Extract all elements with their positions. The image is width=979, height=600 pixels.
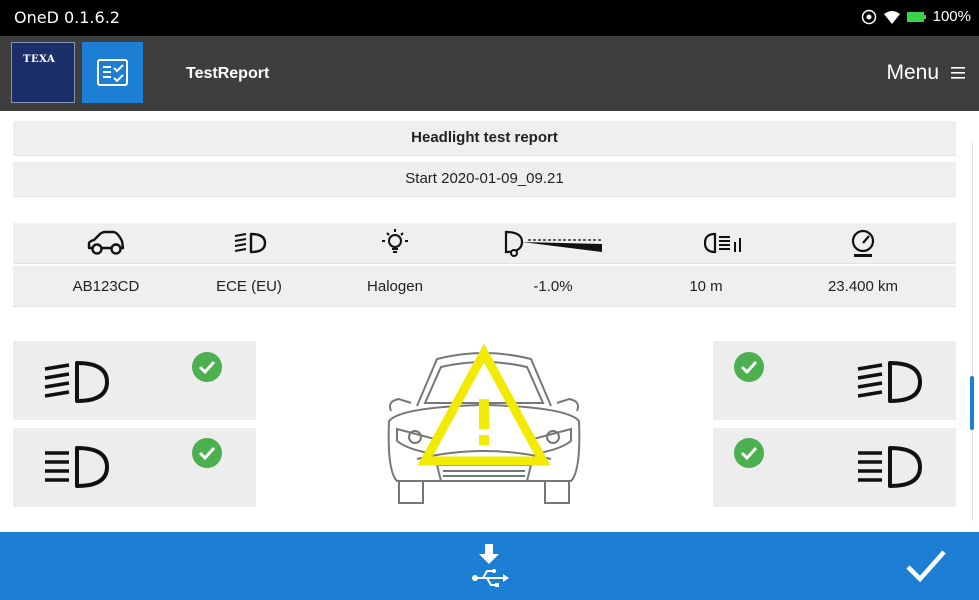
usb-download-icon — [472, 544, 509, 587]
report-title: Headlight test report — [13, 121, 956, 156]
status-bar: OneD 0.1.6.2 100% — [0, 0, 979, 36]
inclination-icon — [473, 223, 633, 263]
location-icon — [861, 9, 876, 24]
wifi-icon — [883, 10, 900, 24]
logo-text: TEXA — [23, 54, 56, 65]
menu-label: Menu — [886, 61, 939, 84]
low-beam-icon — [169, 223, 329, 263]
vehicle-front-illustration — [377, 341, 591, 511]
report-icon-button[interactable] — [82, 42, 143, 103]
report-icon — [97, 59, 128, 86]
status-icons: 100% — [861, 8, 971, 25]
battery-level: 100% — [932, 8, 971, 25]
left-low-beam-tile[interactable] — [13, 341, 256, 420]
texa-logo: TEXA — [11, 42, 75, 103]
battery-icon — [906, 11, 926, 22]
menu-button[interactable]: Menu — [886, 61, 965, 85]
high-beam-icon — [45, 446, 109, 488]
check-ok-icon — [734, 352, 764, 382]
page-title: TestReport — [186, 65, 270, 82]
title-bar: TEXA TestReport Menu — [0, 36, 979, 111]
scroll-track — [972, 141, 973, 521]
confirm-button[interactable] — [904, 546, 948, 586]
car-front-icon — [387, 343, 581, 504]
info-values-row: AB123CD ECE (EU) Halogen -1.0% 10 m 23.4… — [13, 266, 956, 307]
checkmark-icon — [906, 550, 946, 583]
standard-value: ECE (EU) — [216, 277, 282, 295]
odometer-icon — [783, 223, 943, 263]
app-version: OneD 0.1.6.2 — [14, 8, 120, 27]
check-ok-icon — [192, 352, 222, 382]
report-content[interactable]: Headlight test report Start 2020-01-09_0… — [0, 111, 979, 532]
report-start-time: Start 2020-01-09_09.21 — [13, 162, 956, 197]
plate-value: AB123CD — [72, 277, 140, 295]
bulb-icon — [315, 223, 475, 263]
bottom-action-bar — [0, 532, 979, 600]
check-ok-icon — [192, 438, 222, 468]
car-icon — [26, 223, 186, 263]
check-ok-icon — [734, 438, 764, 468]
low-beam-icon — [857, 361, 922, 403]
distance-value: 10 m — [689, 277, 723, 295]
left-high-beam-tile[interactable] — [13, 428, 256, 507]
right-low-beam-tile[interactable] — [713, 341, 956, 420]
info-icons-row — [13, 223, 956, 264]
usb-export-button[interactable] — [469, 540, 509, 592]
distance-icon — [645, 223, 805, 263]
odometer-value: 23.400 km — [827, 277, 899, 295]
high-beam-icon — [858, 446, 922, 488]
low-beam-icon — [44, 361, 109, 403]
inclination-value: -1.0% — [533, 277, 573, 295]
scrollbar-thumb[interactable] — [970, 376, 974, 430]
hamburger-icon — [951, 67, 965, 79]
lamp-type-value: Halogen — [367, 277, 423, 295]
right-high-beam-tile[interactable] — [713, 428, 956, 507]
